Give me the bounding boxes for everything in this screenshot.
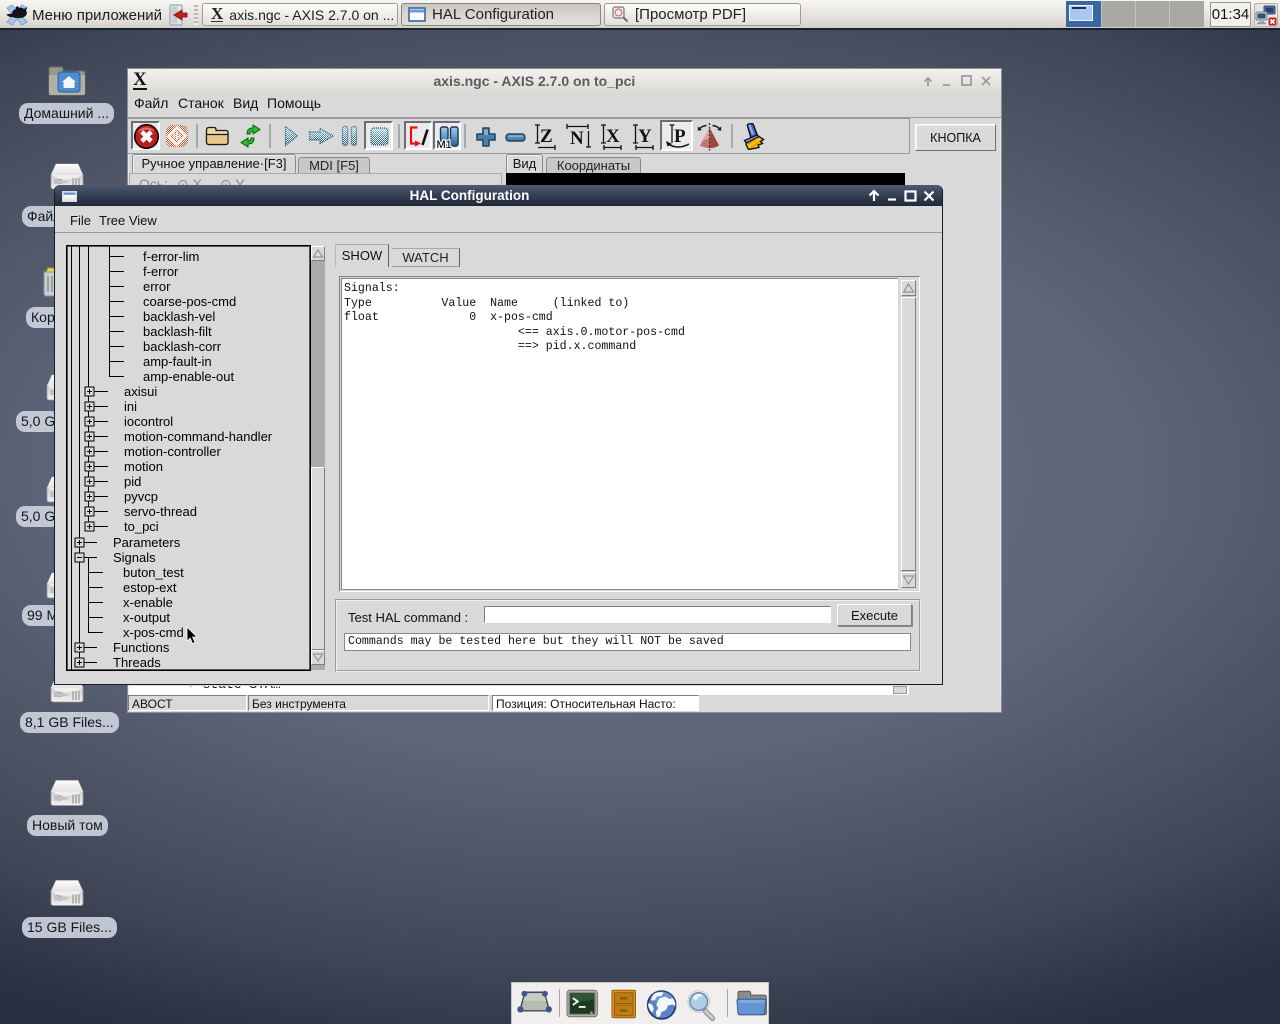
svg-text:Y: Y bbox=[638, 126, 652, 147]
svg-text:X: X bbox=[606, 126, 620, 147]
svg-text:Z: Z bbox=[540, 126, 553, 147]
svg-text:P: P bbox=[674, 126, 686, 147]
svg-text:M1: M1 bbox=[437, 139, 452, 150]
svg-text:N: N bbox=[570, 128, 584, 149]
